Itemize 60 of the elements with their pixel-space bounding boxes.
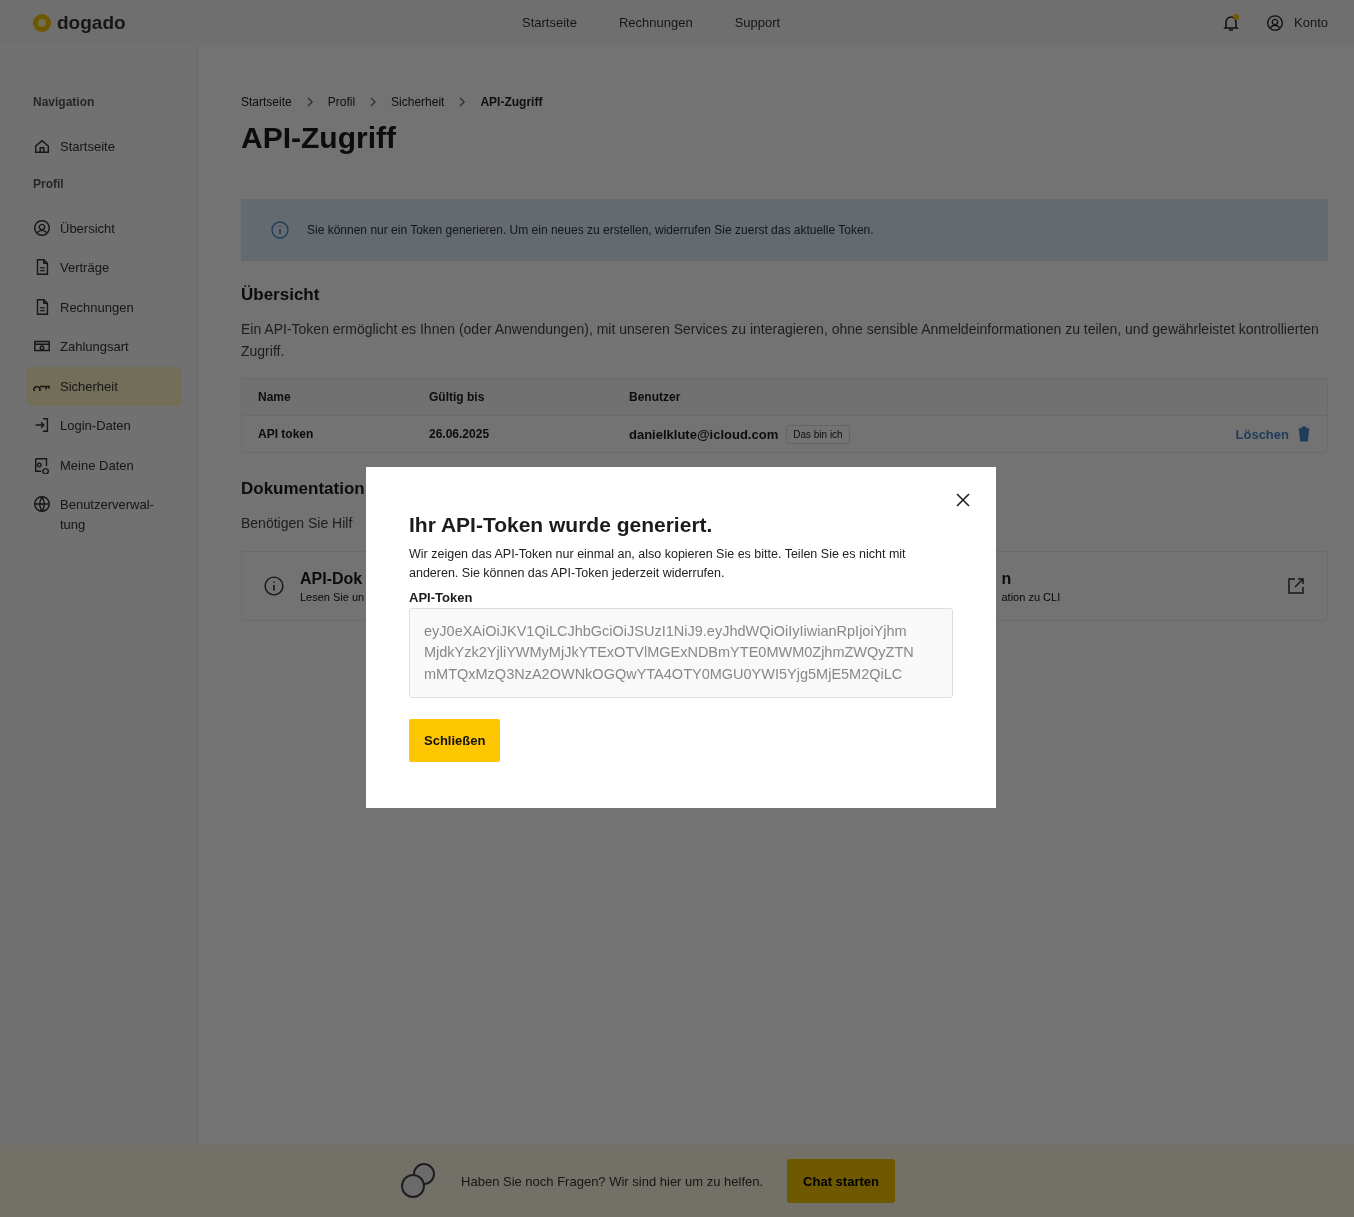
info-text: Sie können nur ein Token generieren. Um ein neues zu erstellen, widerrufen Sie zuerst das aktuelle Token. <box>307 223 874 237</box>
sidebar-item[interactable]: Startseite <box>27 127 181 167</box>
info-icon <box>264 576 284 597</box>
chat-text: Haben Sie noch Fragen? Wir sind hier um zu helfen. <box>461 1173 764 1189</box>
breadcrumb-item[interactable]: Sicherheit <box>391 95 445 109</box>
sidebar-item[interactable]: Rechnungen <box>27 287 181 327</box>
bell-icon[interactable] <box>1222 13 1240 32</box>
section-heading: Dokumentation <box>241 479 366 500</box>
card-subtitle: ation zu CLI <box>1001 590 1061 603</box>
table-cell-text: API token <box>258 427 315 442</box>
globe-icon <box>33 495 51 513</box>
home-icon <box>33 137 51 155</box>
sidebar-item[interactable]: Sicherheit <box>27 366 181 406</box>
logo-text[interactable]: dogado <box>57 11 126 34</box>
user-icon[interactable] <box>1266 13 1284 32</box>
external-link-icon[interactable] <box>1287 577 1305 596</box>
close-icon[interactable] <box>956 493 970 507</box>
field-label: API-Token <box>409 589 474 605</box>
page-title: API-Zugriff <box>241 121 397 155</box>
token-field[interactable]: eyJ0eXAiOiJKV1QiLCJhbGciOiJSUzI1NiJ9.eyJhdWQiOiIyIiwianRpIjoiYjhm MjdkYzk2YjliYWMyMjJkYTExOTVlMGExNDBmYTE0MWM0ZjhmZWQyZTN mMTQxMzQ3NzA2OWNkOGQwYTA4OTY0MGU0YWI5Yjg5MjE5M2QiLC <box>409 607 953 698</box>
chevron-icon <box>369 97 378 107</box>
dialog-title: Ihr API-Token wurde generiert. <box>409 513 714 537</box>
overview-text: Ein API-Token ermöglicht es Ihnen (oder Anwendungen), mit unseren Services zu interagieren, ohne sensible Anmeldeinformationen zu teilen, und gewährleistet kontrollierten Zugriff. <box>241 320 1320 361</box>
card-subtitle: Lesen Sie un <box>300 590 365 603</box>
id-icon <box>33 455 51 474</box>
breadcrumb-item[interactable]: Profil <box>327 95 356 109</box>
column-header: Gültig bis <box>429 390 486 405</box>
sidebar-item[interactable]: Login-Daten <box>27 406 181 446</box>
account-link[interactable]: Konto <box>1294 15 1328 30</box>
card-title: n <box>1001 569 1013 588</box>
documentation-text: Benötigen Sie Hilf <box>241 514 353 534</box>
sidebar-item[interactable]: Benutzerverwal- tung <box>27 485 181 544</box>
column-header: Benutzer <box>629 390 682 405</box>
sidebar-heading: Profil <box>32 176 65 191</box>
user-tag: Das bin ich <box>786 424 850 444</box>
login-icon <box>33 416 51 434</box>
breadcrumb-item: API-Zugriff <box>480 95 543 109</box>
delete-link[interactable]: Löschen <box>1235 426 1289 442</box>
logo-icon <box>32 12 52 33</box>
chat-button[interactable]: Chat starten <box>787 1159 895 1203</box>
sidebar-item[interactable]: Übersicht <box>27 208 181 248</box>
close-button[interactable]: Schließen <box>409 718 501 762</box>
sidebar-item[interactable]: Zahlungsart <box>27 327 181 367</box>
sidebar-item[interactable]: Meine Daten <box>27 445 181 485</box>
sidebar-item[interactable]: Verträge <box>27 248 181 288</box>
info-icon <box>271 221 289 239</box>
sidebar-heading: Navigation <box>32 95 96 109</box>
table-cell: danielklute@icloud.com <box>629 426 779 442</box>
section-heading: Übersicht <box>241 285 321 305</box>
card-title: API-Dok <box>300 569 364 588</box>
person-icon <box>33 218 51 237</box>
table-cell-text: 26.06.2025 <box>429 427 491 442</box>
column-header: Name <box>258 390 292 405</box>
chevron-icon <box>458 97 467 107</box>
trash-icon[interactable] <box>1297 426 1311 443</box>
nav-link[interactable]: Startseite <box>522 15 577 30</box>
nav-link[interactable]: Support <box>734 15 781 30</box>
nav-link[interactable]: Rechnungen <box>618 15 693 30</box>
chevron-icon <box>305 97 314 107</box>
breadcrumb-item[interactable]: Startseite <box>241 95 292 109</box>
